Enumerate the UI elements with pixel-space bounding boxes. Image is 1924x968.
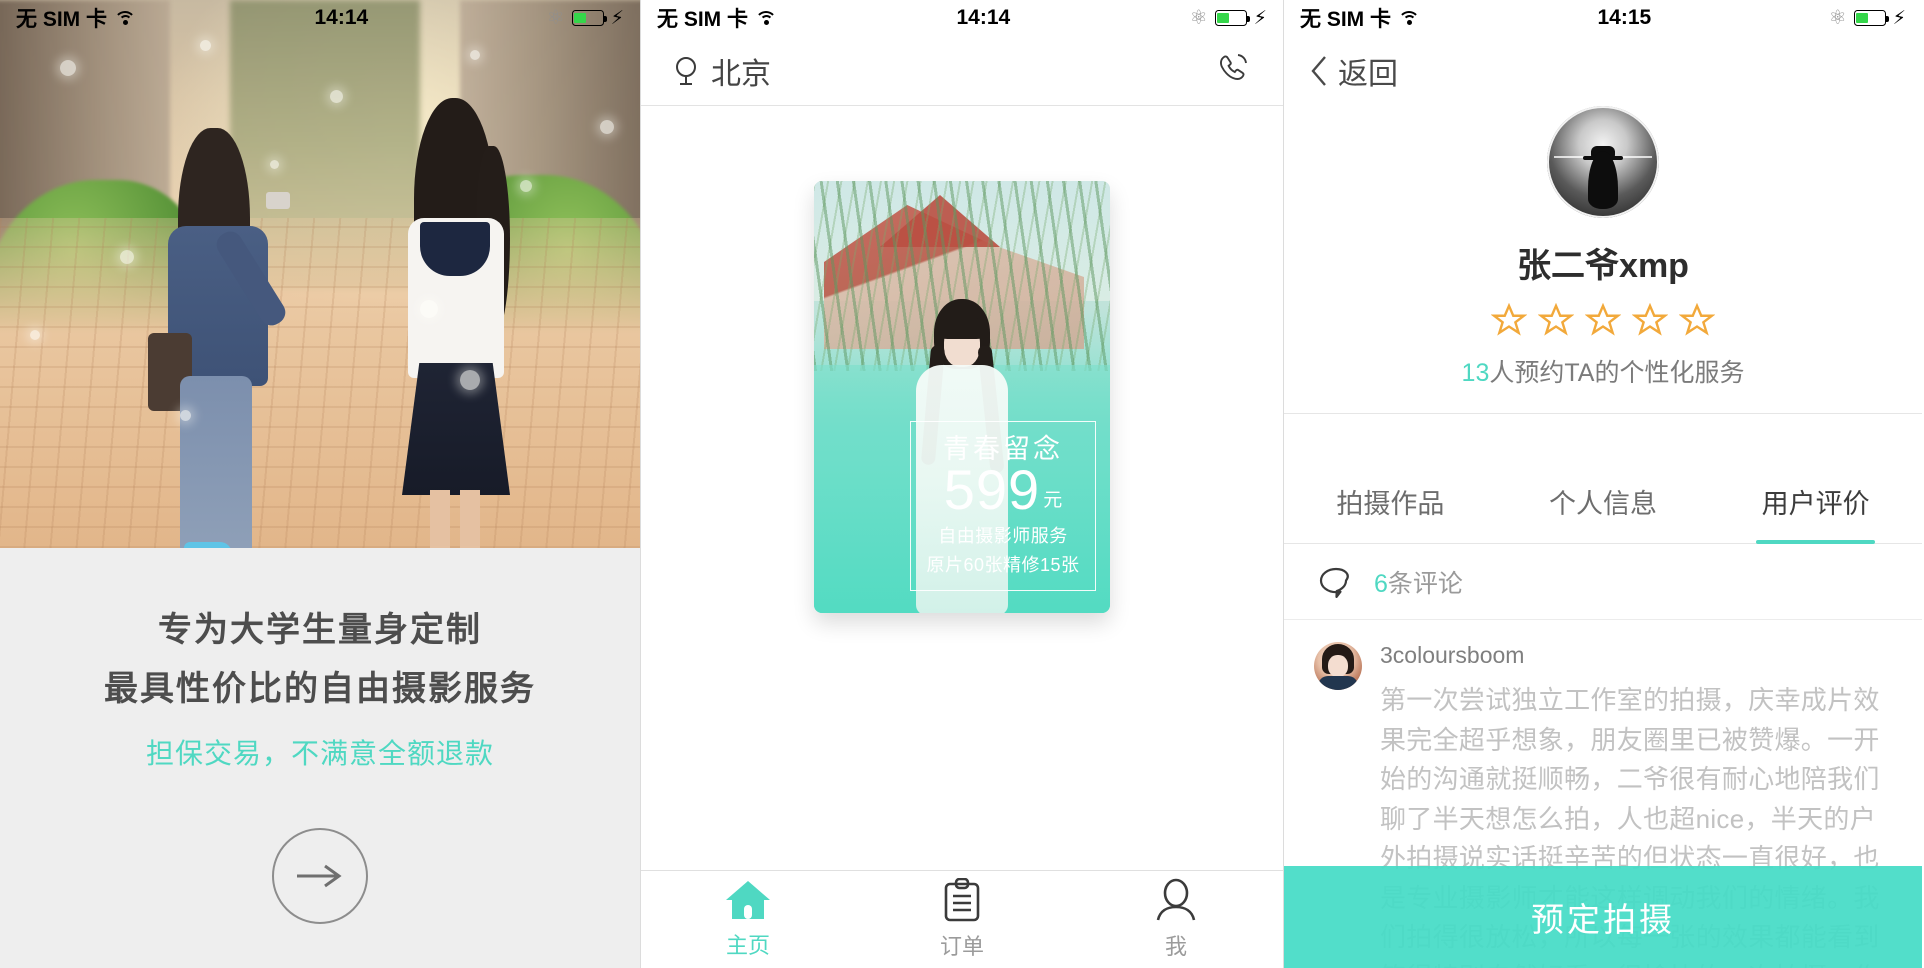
home-content: 青春留念 599 元 自由摄影师服务 原片60张精修15张 xyxy=(641,107,1283,870)
battery-icon xyxy=(1214,10,1251,26)
tab-orders-label: 订单 xyxy=(939,934,984,959)
status-time: 14:14 xyxy=(314,6,369,29)
comments-count-label: 条评论 xyxy=(1387,569,1463,598)
product-desc-line-1: 自由摄影师服务 xyxy=(938,525,1068,546)
back-button[interactable]: 返回 xyxy=(1310,49,1398,93)
comments-count-text: 6条评论 xyxy=(1374,564,1463,600)
tab-profile-label: 我 xyxy=(1164,934,1187,959)
product-card[interactable]: 青春留念 599 元 自由摄影师服务 原片60张精修15张 xyxy=(814,181,1110,613)
status-right: ⚛ ⚡ xyxy=(1190,8,1267,28)
product-price-row: 599 元 xyxy=(943,457,1063,521)
carrier-label: 无 SIM 卡 xyxy=(16,8,108,31)
booking-count-number: 13 xyxy=(1461,359,1490,387)
comments-header: 6条评论 xyxy=(1284,544,1922,620)
tab-home-label: 主页 xyxy=(725,933,770,958)
status-left: 无 SIM 卡 xyxy=(16,3,137,33)
tab-personal-info-label: 个人信息 xyxy=(1549,489,1657,519)
three-screen-mockup: 无 SIM 卡 14:14 ⚛ ⚡ 专为大学生量身定制 最具性价比的自由摄影服务… xyxy=(0,0,1924,968)
avatar[interactable] xyxy=(1547,106,1659,218)
status-left: 无 SIM 卡 xyxy=(657,3,778,33)
next-button-wrap xyxy=(0,828,640,924)
arrow-right-icon xyxy=(297,864,342,888)
star-outline-icon xyxy=(1585,303,1621,336)
book-shoot-label: 预定拍摄 xyxy=(1531,901,1675,938)
product-price-unit: 元 xyxy=(1043,489,1063,511)
screen-photographer-detail: 无 SIM 卡 14:15 ⚛ ⚡ 返回 张二爷xmp 13人预约TA的个性化服… xyxy=(1284,0,1922,968)
screen-home: 无 SIM 卡 14:14 ⚛ ⚡ 北京 青春留念 599 元 自由摄影师服务 … xyxy=(640,0,1284,968)
carrier-label: 无 SIM 卡 xyxy=(657,8,749,31)
tab-portfolio[interactable]: 拍摄作品 xyxy=(1284,460,1497,543)
hero-image xyxy=(0,0,640,548)
wifi-icon xyxy=(114,10,137,27)
detail-tabs: 拍摄作品 个人信息 用户评价 xyxy=(1284,460,1922,544)
status-bar: 无 SIM 卡 14:15 ⚛ ⚡ xyxy=(1284,0,1922,36)
phone-call-button[interactable] xyxy=(1213,49,1251,92)
star-outline-icon xyxy=(1679,303,1715,336)
bluetooth-icon: ⚛ xyxy=(1828,7,1847,29)
screen-onboarding: 无 SIM 卡 14:14 ⚛ ⚡ 专为大学生量身定制 最具性价比的自由摄影服务… xyxy=(0,0,640,968)
tab-portfolio-label: 拍摄作品 xyxy=(1336,489,1445,519)
rating-stars[interactable] xyxy=(1284,303,1922,337)
wifi-icon xyxy=(755,10,778,27)
tagline-line-1: 专为大学生量身定制 xyxy=(158,611,482,649)
chevron-left-icon xyxy=(1311,56,1326,86)
location-pin-icon xyxy=(676,56,696,85)
status-left: 无 SIM 卡 xyxy=(1300,3,1421,33)
product-info-overlay: 青春留念 599 元 自由摄影师服务 原片60张精修15张 xyxy=(910,421,1096,591)
tab-profile[interactable]: 我 xyxy=(1069,878,1283,961)
clipboard-icon xyxy=(944,878,980,922)
comments-count-number: 6 xyxy=(1374,569,1388,598)
top-navigation-bar: 返回 xyxy=(1284,36,1922,106)
tab-user-reviews[interactable]: 用户评价 xyxy=(1709,460,1922,544)
tagline-line-2: 最具性价比的自由摄影服务 xyxy=(104,670,536,708)
reviewer-username: 3coloursboom xyxy=(1380,642,1525,668)
page-title: 张二爷xmp xyxy=(1517,247,1689,285)
back-label: 返回 xyxy=(1338,58,1398,91)
bluetooth-icon: ⚛ xyxy=(546,7,565,29)
person-icon xyxy=(1156,878,1196,921)
tab-personal-info[interactable]: 个人信息 xyxy=(1497,460,1710,543)
home-icon xyxy=(726,881,770,919)
photographer-profile: 张二爷xmp 13人预约TA的个性化服务 xyxy=(1284,106,1922,414)
lightning-bolt-icon: ⚡ xyxy=(1892,7,1906,29)
book-shoot-button[interactable]: 预定拍摄 xyxy=(1284,866,1922,968)
product-desc-line-2: 原片60张精修15张 xyxy=(926,554,1080,575)
next-button[interactable] xyxy=(272,828,368,924)
bottom-tab-bar: 主页 订单 我 xyxy=(641,870,1283,968)
tab-orders[interactable]: 订单 xyxy=(855,878,1069,961)
status-time: 14:14 xyxy=(956,6,1011,29)
booking-count-text: 13人预约TA的个性化服务 xyxy=(1284,353,1922,389)
top-navigation-bar: 北京 xyxy=(641,36,1283,106)
status-right: ⚛ ⚡ xyxy=(1829,8,1906,28)
booking-count-label: 人预约TA的个性化服务 xyxy=(1489,359,1745,387)
star-outline-icon xyxy=(1491,303,1527,336)
city-selector[interactable]: 北京 xyxy=(673,49,771,93)
battery-icon xyxy=(571,10,608,26)
tab-home[interactable]: 主页 xyxy=(641,879,855,960)
bluetooth-icon: ⚛ xyxy=(1189,7,1208,29)
city-label: 北京 xyxy=(711,57,771,91)
status-bar: 无 SIM 卡 14:14 ⚛ ⚡ xyxy=(0,0,640,36)
wifi-icon xyxy=(1398,10,1421,27)
star-outline-icon xyxy=(1538,303,1574,336)
speech-bubble-icon xyxy=(1319,567,1349,598)
product-price: 599 xyxy=(943,457,1041,521)
lightning-bolt-icon: ⚡ xyxy=(610,7,624,29)
star-outline-icon xyxy=(1632,303,1668,336)
status-bar: 无 SIM 卡 14:14 ⚛ ⚡ xyxy=(641,0,1283,36)
tab-user-reviews-label: 用户评价 xyxy=(1761,489,1870,519)
battery-icon xyxy=(1853,10,1890,26)
onboarding-subtitle: 担保交易，不满意全额退款 xyxy=(145,738,494,769)
carrier-label: 无 SIM 卡 xyxy=(1300,8,1392,31)
status-time: 14:15 xyxy=(1597,6,1652,29)
reviewer-avatar[interactable] xyxy=(1314,642,1362,690)
phone-call-icon xyxy=(1220,54,1247,80)
status-right: ⚛ ⚡ xyxy=(547,8,624,28)
onboarding-body: 专为大学生量身定制 最具性价比的自由摄影服务 担保交易，不满意全额退款 xyxy=(0,548,640,968)
lightning-bolt-icon: ⚡ xyxy=(1253,7,1267,29)
